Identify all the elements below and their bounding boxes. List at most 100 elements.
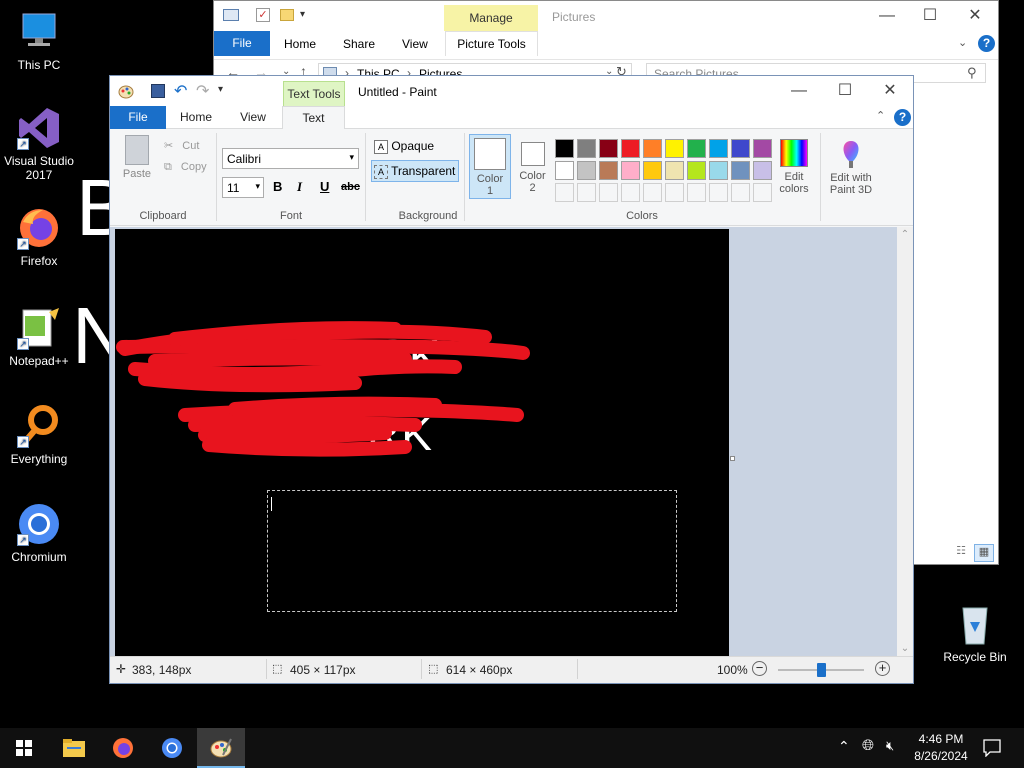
explorer-tab-file[interactable]: File: [214, 31, 270, 56]
text-box-selection[interactable]: [267, 490, 677, 612]
paste-button[interactable]: Paste: [118, 135, 156, 185]
scroll-up-icon[interactable]: ⌃: [897, 227, 913, 243]
canvas-resize-handle[interactable]: [730, 456, 735, 461]
palette-swatch[interactable]: [621, 161, 640, 180]
paint-tab-text[interactable]: Text: [282, 106, 345, 130]
palette-swatch[interactable]: [709, 161, 728, 180]
edit-colors-button[interactable]: Edit colors: [774, 139, 814, 199]
palette-swatch-empty[interactable]: [643, 183, 662, 202]
copy-button[interactable]: ⧉ Copy: [164, 161, 207, 174]
scroll-down-icon[interactable]: ⌄: [897, 641, 913, 657]
palette-swatch-empty[interactable]: [665, 183, 684, 202]
desktop-icon-chromium[interactable]: ↗ Chromium: [0, 502, 78, 564]
opaque-button[interactable]: A Opaque: [372, 137, 458, 157]
palette-swatch[interactable]: [731, 161, 750, 180]
palette-swatch-empty[interactable]: [621, 183, 640, 202]
palette-swatch[interactable]: [687, 161, 706, 180]
palette-swatch[interactable]: [577, 139, 596, 158]
help-icon[interactable]: ?: [894, 109, 911, 126]
taskbar-chromium[interactable]: [148, 728, 196, 768]
font-size-select[interactable]: 11 ▾: [222, 177, 264, 198]
zoom-out-button[interactable]: −: [752, 661, 767, 676]
palette-swatch[interactable]: [643, 139, 662, 158]
palette-swatch-empty[interactable]: [577, 183, 596, 202]
details-view-icon[interactable]: ☷: [952, 544, 970, 562]
desktop-icon-visual-studio[interactable]: ↗ Visual Studio 2017: [0, 106, 78, 182]
new-folder-icon[interactable]: [280, 9, 294, 21]
palette-swatch[interactable]: [599, 139, 618, 158]
underline-button[interactable]: U: [320, 179, 329, 194]
zoom-slider-thumb[interactable]: [816, 663, 826, 677]
zoom-slider[interactable]: [778, 663, 864, 677]
zoom-in-button[interactable]: +: [875, 661, 890, 676]
vertical-scrollbar[interactable]: ⌃ ⌄: [897, 227, 913, 657]
palette-swatch[interactable]: [709, 139, 728, 158]
redo-icon[interactable]: ↷: [196, 81, 209, 101]
quick-access-dropdown-icon[interactable]: ▾: [218, 84, 223, 95]
ribbon-expand-icon[interactable]: ⌄: [958, 36, 967, 49]
explorer-tab-view[interactable]: View: [402, 37, 428, 51]
transparent-button[interactable]: A Transparent: [371, 160, 459, 182]
paint-tab-home[interactable]: Home: [168, 106, 224, 129]
palette-swatch-empty[interactable]: [555, 183, 574, 202]
taskbar-file-explorer[interactable]: [50, 728, 98, 768]
color1-button[interactable]: Color 1: [469, 134, 511, 199]
manage-context-tab[interactable]: Manage: [444, 5, 538, 31]
text-tools-context-tab[interactable]: Text Tools: [283, 81, 345, 106]
color2-button[interactable]: Color 2: [515, 134, 550, 199]
drawing-canvas[interactable]: ACK RK: [115, 229, 729, 657]
close-button[interactable]: ✕: [952, 1, 998, 31]
palette-swatch[interactable]: [665, 139, 684, 158]
edit-with-paint3d-button[interactable]: Edit with Paint 3D: [823, 139, 879, 199]
clock[interactable]: 4:46 PM 8/26/2024: [908, 731, 974, 765]
maximize-button[interactable]: ☐: [822, 76, 868, 106]
palette-swatch[interactable]: [687, 139, 706, 158]
minimize-button[interactable]: —: [864, 1, 910, 31]
paint-tab-view[interactable]: View: [225, 106, 281, 129]
notifications-button[interactable]: [976, 728, 1010, 768]
palette-swatch[interactable]: [599, 161, 618, 180]
properties-icon[interactable]: ✓: [256, 8, 270, 22]
palette-swatch[interactable]: [643, 161, 662, 180]
palette-swatch-empty[interactable]: [753, 183, 772, 202]
palette-swatch[interactable]: [753, 161, 772, 180]
desktop-icon-recycle-bin[interactable]: Recycle Bin: [936, 602, 1014, 664]
large-icons-view-icon[interactable]: ▦: [974, 544, 994, 562]
palette-swatch-empty[interactable]: [687, 183, 706, 202]
desktop-icon-this-pc[interactable]: This PC: [0, 10, 78, 72]
explorer-tab-home[interactable]: Home: [284, 37, 316, 51]
font-family-select[interactable]: Calibri ▾: [222, 148, 359, 169]
canvas-workspace[interactable]: ACK RK ⌃ ⌄: [110, 227, 913, 657]
paint-tab-file[interactable]: File: [110, 106, 166, 129]
palette-swatch[interactable]: [665, 161, 684, 180]
palette-swatch[interactable]: [555, 161, 574, 180]
palette-swatch[interactable]: [621, 139, 640, 158]
palette-swatch[interactable]: [577, 161, 596, 180]
taskbar-paint[interactable]: [197, 728, 245, 768]
ribbon-collapse-icon[interactable]: ⌃: [876, 109, 885, 122]
save-icon[interactable]: [151, 84, 165, 98]
close-button[interactable]: ✕: [867, 76, 913, 106]
palette-swatch-empty[interactable]: [709, 183, 728, 202]
help-icon[interactable]: ?: [978, 35, 995, 52]
volume-muted-icon[interactable]: 🔇︎: [886, 738, 894, 754]
italic-button[interactable]: I: [297, 179, 302, 195]
palette-swatch[interactable]: [731, 139, 750, 158]
desktop-icon-everything[interactable]: ↗ Everything: [0, 404, 78, 466]
desktop-icon-notepadpp[interactable]: ↗ Notepad++: [0, 306, 78, 368]
start-button[interactable]: [0, 728, 48, 768]
palette-swatch-empty[interactable]: [599, 183, 618, 202]
show-hidden-icons-button[interactable]: ⌃: [838, 738, 850, 755]
cut-button[interactable]: ✂ Cut: [164, 139, 199, 152]
explorer-tab-share[interactable]: Share: [343, 37, 375, 51]
explorer-tab-picture-tools[interactable]: Picture Tools: [445, 31, 538, 56]
palette-swatch[interactable]: [555, 139, 574, 158]
undo-icon[interactable]: ↶: [174, 81, 187, 101]
maximize-button[interactable]: ☐: [907, 1, 953, 31]
quick-access-dropdown-icon[interactable]: ▾: [300, 9, 305, 20]
strikethrough-button[interactable]: abc: [341, 181, 360, 193]
taskbar-firefox[interactable]: [99, 728, 147, 768]
paint-titlebar[interactable]: ↶ ↷ ▾ Text Tools Untitled - Paint — ☐ ✕: [110, 76, 913, 106]
minimize-button[interactable]: —: [776, 76, 822, 106]
bold-button[interactable]: B: [273, 179, 282, 194]
